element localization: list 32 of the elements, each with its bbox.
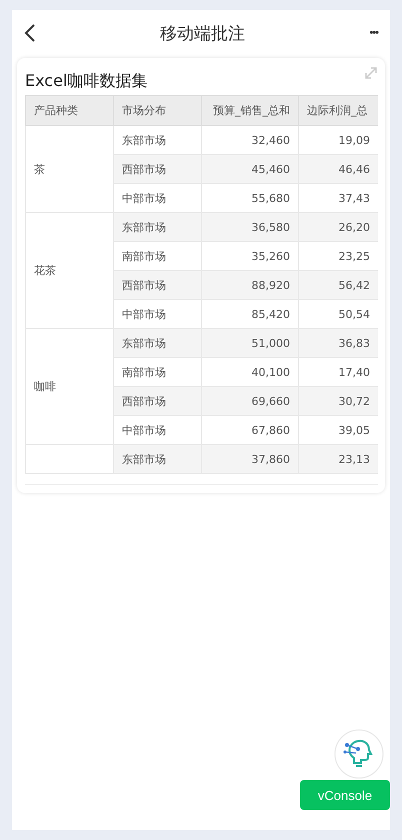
table-cell: 46,46: [298, 154, 378, 184]
table-cell: 西部市场: [114, 386, 202, 416]
card-title: Excel咖啡数据集: [25, 71, 148, 92]
assistant-icon[interactable]: [334, 729, 384, 779]
table-cell: 东部市场: [114, 444, 202, 474]
table-cell: 45,460: [202, 154, 298, 184]
table-cell: 30,72: [298, 386, 378, 416]
column-header: 预算_销售_总和: [202, 96, 298, 126]
column-header: 产品种类: [26, 96, 114, 126]
column-header: 边际利润_总: [298, 96, 378, 126]
table-cell: 西部市场: [114, 270, 202, 300]
table-cell: 69,660: [202, 386, 298, 416]
table-cell: 51,000: [202, 328, 298, 358]
expand-icon[interactable]: [364, 66, 378, 80]
table-cell: 茶: [26, 126, 114, 212]
table-cell: 西部市场: [114, 154, 202, 184]
table-cell: 东部市场: [114, 328, 202, 358]
table-cell: 咖啡: [26, 328, 114, 444]
more-button[interactable]: •••: [369, 27, 378, 39]
table-cell: 36,83: [298, 328, 378, 358]
column-header: 市场分布: [114, 96, 202, 126]
table-cell: 东部市场: [114, 212, 202, 242]
back-button[interactable]: [24, 24, 36, 42]
table-cell: 88,920: [202, 270, 298, 300]
table-cell: 23,13: [298, 444, 378, 474]
table-cell: 26,20: [298, 212, 378, 242]
table-cell: 37,860: [202, 444, 298, 474]
table-cell: 56,42: [298, 270, 378, 300]
table-cell: 花茶: [26, 212, 114, 328]
back-icon: [24, 24, 36, 42]
page-title: 移动端批注: [160, 22, 246, 44]
table-cell: 36,580: [202, 212, 298, 242]
